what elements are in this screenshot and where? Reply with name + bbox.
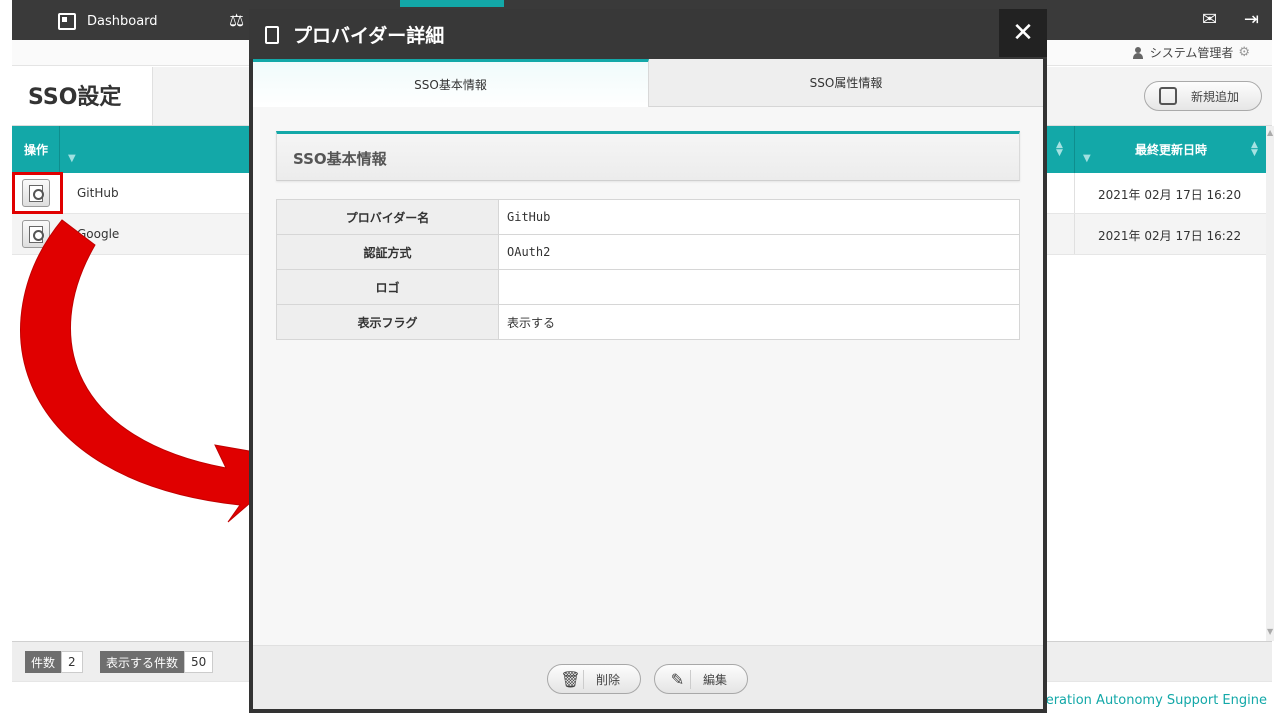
field-value: OAuth2 — [498, 234, 1020, 270]
column-header-last-updated-label: 最終更新日時 — [1135, 143, 1208, 157]
field-value: 表示する — [498, 304, 1020, 340]
user-name: システム管理者 — [1149, 46, 1234, 60]
filter-icon[interactable]: ▼ — [1083, 153, 1091, 164]
section-title: SSO基本情報 — [293, 150, 387, 168]
document-icon — [265, 26, 279, 44]
gear-icon[interactable]: ⚙ — [1238, 45, 1250, 60]
field-label: 表示フラグ — [276, 304, 499, 340]
page-title-box: SSO設定 — [12, 67, 153, 125]
record-count-label: 件数 — [25, 651, 62, 673]
add-document-icon — [1159, 87, 1177, 105]
record-count-value: 2 — [61, 651, 83, 673]
page-size-input[interactable]: 50 — [184, 651, 214, 673]
scroll-down-icon[interactable]: ▼ — [1267, 627, 1273, 636]
tab-sso-basic[interactable]: SSO基本情報 — [253, 59, 649, 107]
modal-footer: 🗑 削除 ✎ 編集 — [253, 645, 1043, 709]
close-icon[interactable]: ✕ — [999, 9, 1047, 57]
column-header-operation-label: 操作 — [24, 143, 49, 157]
active-nav-indicator — [400, 0, 504, 7]
sort-down-icon: ▼ — [1056, 148, 1063, 158]
page-size: 表示する件数 50 — [100, 651, 214, 673]
modal-header: プロバイダー詳細 ✕ — [249, 9, 1047, 59]
nav-dashboard[interactable]: Dashboard — [58, 10, 158, 32]
field-label: 認証方式 — [276, 234, 499, 270]
provider-detail-modal: プロバイダー詳細 ✕ SSO基本情報 SSO属性情報 SSO基本情報 プロバイダ… — [249, 9, 1047, 713]
add-new-button[interactable]: 新規追加 — [1144, 81, 1262, 111]
section-header: SSO基本情報 — [276, 131, 1020, 181]
info-row: 表示フラグ 表示する — [276, 304, 1020, 340]
highlight-box — [12, 172, 63, 214]
provider-name: GitHub — [77, 186, 119, 200]
sort-down-icon: ▼ — [1251, 148, 1258, 158]
add-new-label: 新規追加 — [1191, 89, 1240, 104]
edit-button[interactable]: ✎ 編集 — [654, 664, 748, 694]
edit-icon: ✎ — [665, 669, 691, 689]
user-menu[interactable]: システム管理者 ⚙ — [1132, 44, 1250, 61]
provider-info-table: プロバイダー名 GitHub 認証方式 OAuth2 ロゴ 表示フラグ 表示する — [276, 199, 1020, 340]
provider-name: Google — [77, 227, 120, 241]
page-size-label: 表示する件数 — [100, 651, 185, 673]
record-count: 件数 2 — [25, 651, 83, 673]
delete-button[interactable]: 🗑 削除 — [547, 664, 641, 694]
sort-icon[interactable]: ▲ ▼ — [1251, 141, 1258, 158]
column-header-operation: 操作 — [12, 126, 60, 173]
modal-title: プロバイダー詳細 — [293, 25, 445, 47]
logout-icon[interactable]: ⇥ — [1244, 9, 1259, 30]
user-icon — [1132, 46, 1144, 59]
field-label: プロバイダー名 — [276, 199, 499, 235]
field-value — [498, 269, 1020, 305]
filter-icon[interactable]: ▼ — [68, 153, 76, 164]
scroll-up-icon[interactable]: ▲ — [1267, 128, 1273, 137]
dashboard-icon — [58, 12, 76, 30]
scale-icon[interactable]: ⚖ — [229, 10, 244, 32]
info-row: プロバイダー名 GitHub — [276, 199, 1020, 235]
edit-label: 編集 — [703, 672, 728, 687]
field-label: ロゴ — [276, 269, 499, 305]
scrollbar[interactable] — [1266, 126, 1274, 641]
field-value: GitHub — [498, 199, 1020, 235]
mail-icon[interactable]: ✉ — [1202, 9, 1217, 30]
info-row: ロゴ — [276, 269, 1020, 305]
page-title: SSO設定 — [28, 85, 122, 110]
modal-body: SSO基本情報 SSO属性情報 SSO基本情報 プロバイダー名 GitHub 認… — [253, 59, 1043, 709]
column-header-last-updated[interactable]: 最終更新日時 ▼ ▲ ▼ — [1074, 126, 1266, 173]
last-updated: 2021年 02月 17日 16:20 — [1098, 188, 1242, 202]
detail-button[interactable] — [22, 220, 50, 248]
brand-text: Operation Autonomy Support Engine — [1027, 693, 1267, 708]
sort-icon[interactable]: ▲ ▼ — [1056, 141, 1063, 158]
trash-icon: 🗑 — [558, 669, 584, 689]
delete-label: 削除 — [596, 672, 621, 687]
last-updated: 2021年 02月 17日 16:22 — [1098, 229, 1242, 243]
info-row: 認証方式 OAuth2 — [276, 234, 1020, 270]
nav-dashboard-label: Dashboard — [87, 13, 158, 29]
tab-sso-attributes[interactable]: SSO属性情報 — [649, 59, 1043, 107]
